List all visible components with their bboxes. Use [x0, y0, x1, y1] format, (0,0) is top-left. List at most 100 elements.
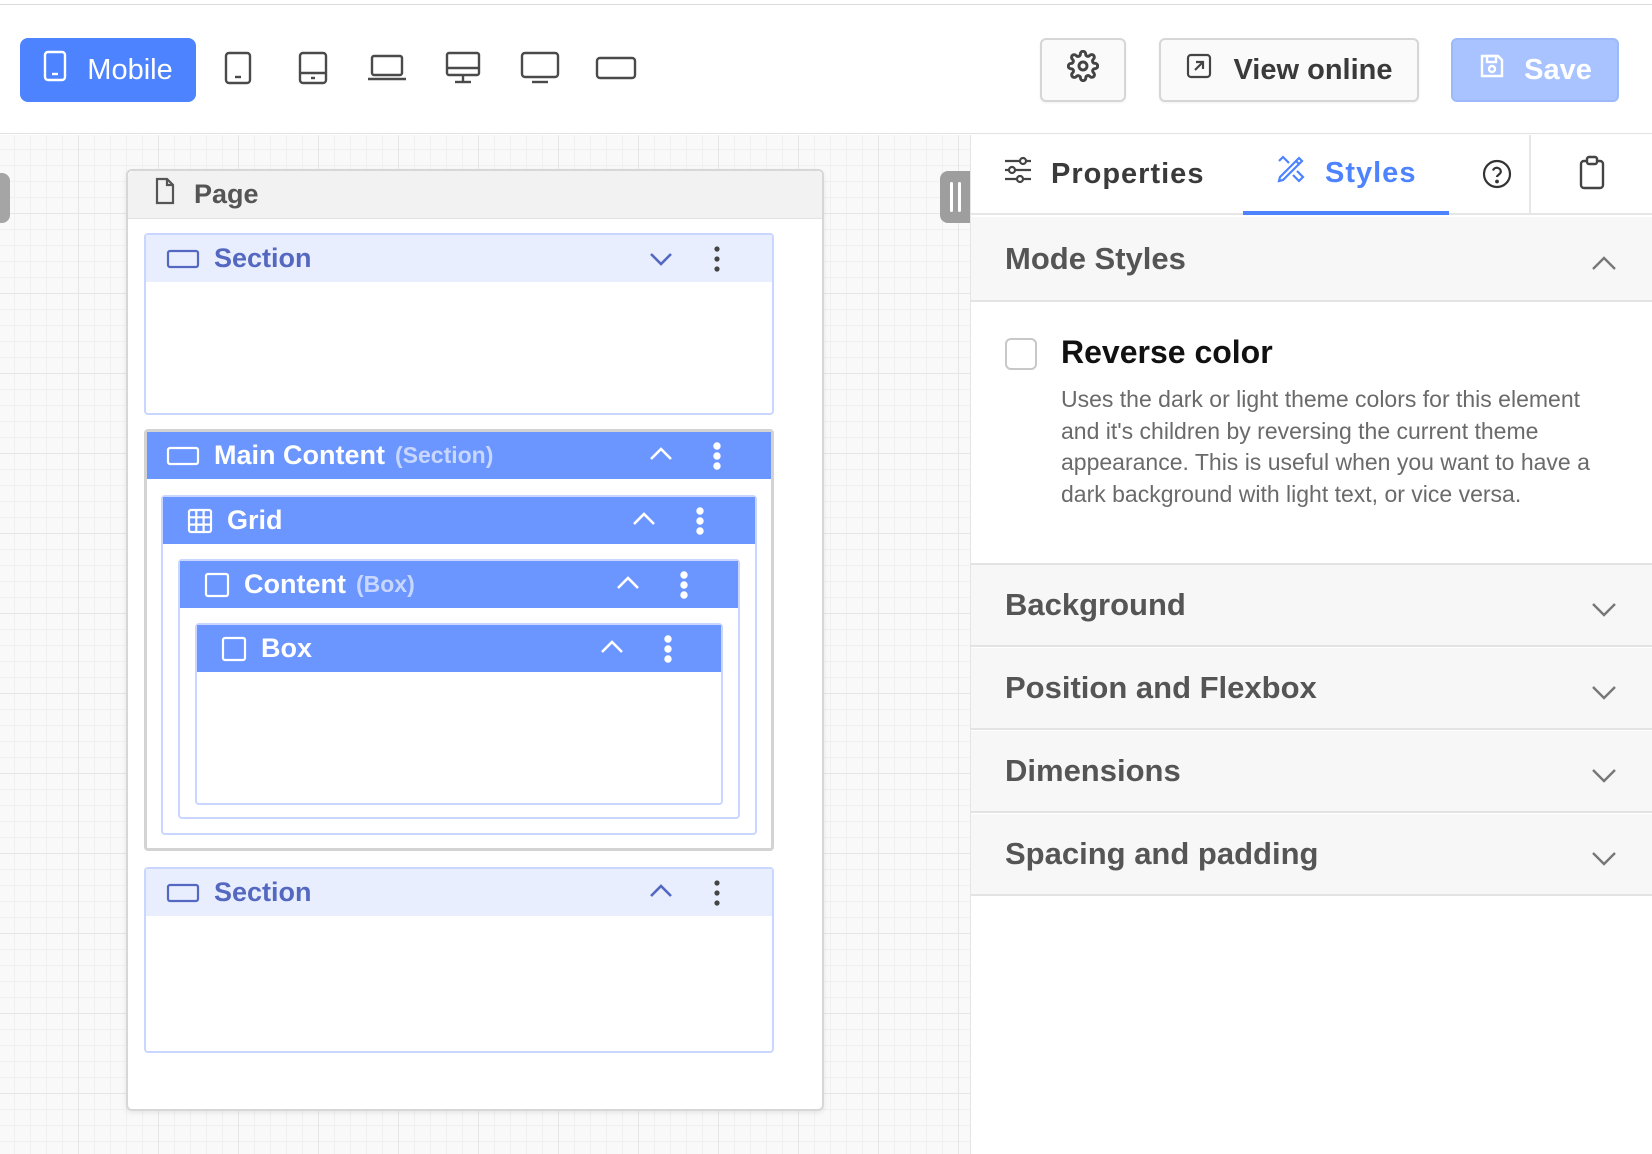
content-title: Content: [244, 569, 346, 599]
device-tablet-button[interactable]: [291, 38, 335, 102]
content-type: (Box): [355, 571, 415, 597]
section-block-2[interactable]: Section: [144, 867, 774, 1053]
save-label: Save: [1524, 53, 1592, 86]
reverse-color-checkbox[interactable]: [1005, 338, 1037, 370]
device-desktop-button[interactable]: [441, 38, 485, 102]
page-title: Page: [194, 179, 259, 209]
section-header[interactable]: Section: [146, 869, 772, 916]
view-online-button[interactable]: View online: [1159, 38, 1419, 102]
laptop-icon: [366, 53, 408, 88]
more-options-icon[interactable]: [712, 879, 722, 914]
accordion-dimensions[interactable]: Dimensions: [971, 731, 1652, 813]
accordion-position-flexbox[interactable]: Position and Flexbox: [971, 648, 1652, 730]
tab-properties-label: Properties: [1051, 157, 1205, 190]
accordion-mode-styles[interactable]: Mode Styles: [971, 217, 1652, 302]
position-flexbox-title: Position and Flexbox: [1005, 670, 1317, 705]
gear-icon: [1066, 49, 1100, 90]
toolbar: Mobile View online Save: [0, 6, 1652, 134]
device-active-label: Mobile: [87, 53, 173, 86]
style-panel: Properties Styles Mode Styles Reverse co…: [970, 135, 1652, 1154]
section-title: Section: [214, 877, 312, 907]
more-options-icon[interactable]: [663, 635, 673, 670]
tablet-icon: [298, 51, 328, 90]
chevron-up-icon: [1589, 247, 1619, 283]
chevron-down-icon: [1589, 676, 1619, 712]
more-options-icon[interactable]: [712, 442, 722, 477]
pen-ruler-icon: [1275, 153, 1307, 193]
clipboard-icon: [1578, 155, 1606, 196]
box-block[interactable]: Box: [195, 623, 723, 805]
main-content-header[interactable]: Main Content (Section): [147, 432, 771, 479]
mode-styles-body: Reverse color Uses the dark or light the…: [971, 302, 1652, 565]
device-monitor-button[interactable]: [516, 38, 564, 102]
reverse-color-title: Reverse color: [1061, 334, 1273, 370]
dimensions-title: Dimensions: [1005, 753, 1181, 788]
widescreen-icon: [595, 55, 637, 86]
more-options-icon[interactable]: [695, 507, 705, 542]
chevron-up-icon[interactable]: [613, 571, 643, 604]
section-block-1[interactable]: Section: [144, 233, 774, 415]
box-header[interactable]: Box: [197, 625, 721, 672]
clipboard-button[interactable]: [1529, 135, 1652, 215]
chevron-down-icon[interactable]: [646, 245, 676, 278]
device-laptop-button[interactable]: [363, 38, 411, 102]
device-widescreen-button[interactable]: [591, 38, 641, 102]
external-link-icon: [1185, 52, 1213, 88]
chevron-up-icon[interactable]: [646, 879, 676, 912]
section-icon: [166, 446, 200, 466]
grid-header[interactable]: Grid: [163, 497, 755, 544]
grid-title: Grid: [227, 505, 283, 535]
section-icon: [166, 249, 200, 269]
box-icon: [221, 636, 247, 662]
content-header[interactable]: Content (Box): [180, 561, 738, 608]
chevron-up-icon[interactable]: [646, 442, 676, 475]
left-resize-handle[interactable]: [0, 173, 10, 223]
grid-icon: [187, 508, 213, 534]
chevron-down-icon: [1589, 759, 1619, 795]
grid-block[interactable]: Grid Content (Box) Box: [161, 495, 757, 835]
more-options-icon[interactable]: [679, 571, 689, 606]
desktop-icon: [445, 51, 481, 90]
accordion-spacing[interactable]: Spacing and padding: [971, 814, 1652, 896]
chevron-up-icon[interactable]: [629, 507, 659, 540]
box-title: Box: [261, 633, 313, 663]
main-content-block[interactable]: Main Content (Section) Grid Content (Box…: [144, 429, 774, 851]
background-title: Background: [1005, 587, 1186, 622]
right-resize-handle[interactable]: [940, 171, 970, 223]
section-title: Section: [214, 243, 312, 273]
tab-properties[interactable]: Properties: [971, 135, 1204, 213]
monitor-icon: [520, 51, 560, 90]
settings-button[interactable]: [1040, 38, 1126, 102]
sliders-icon: [1003, 156, 1033, 192]
mode-styles-title: Mode Styles: [1005, 240, 1186, 276]
view-online-label: View online: [1233, 53, 1393, 86]
device-tablet-portrait-button[interactable]: [216, 38, 260, 102]
reverse-color-description: Uses the dark or light theme colors for …: [1061, 386, 1590, 507]
panel-tabs: Properties Styles: [971, 135, 1652, 215]
chevron-down-icon: [1589, 842, 1619, 878]
main-content-type: (Section): [394, 442, 494, 468]
help-icon[interactable]: [1481, 158, 1513, 195]
mobile-icon: [43, 50, 67, 90]
accordion-background[interactable]: Background: [971, 565, 1652, 647]
main-content-title: Main Content: [214, 440, 385, 470]
page-header[interactable]: Page: [128, 171, 822, 219]
section-icon: [166, 883, 200, 903]
content-box-block[interactable]: Content (Box) Box: [178, 559, 740, 819]
spacing-title: Spacing and padding: [1005, 836, 1319, 871]
chevron-up-icon[interactable]: [597, 635, 627, 668]
editor-canvas[interactable]: Page Section Main Content (Section) Grid…: [0, 135, 970, 1154]
chevron-down-icon: [1589, 593, 1619, 629]
tab-styles-label: Styles: [1325, 156, 1417, 189]
device-mobile-button[interactable]: Mobile: [20, 38, 196, 102]
section-header[interactable]: Section: [146, 235, 772, 282]
box-icon: [204, 572, 230, 598]
page-frame[interactable]: Page Section Main Content (Section) Grid…: [126, 169, 824, 1111]
tab-styles[interactable]: Styles: [1243, 135, 1449, 215]
save-button[interactable]: Save: [1451, 38, 1619, 102]
save-icon: [1478, 52, 1506, 88]
more-options-icon[interactable]: [712, 245, 722, 280]
top-edge: [0, 0, 1652, 5]
tablet-portrait-icon: [224, 51, 252, 90]
file-icon: [154, 177, 176, 212]
